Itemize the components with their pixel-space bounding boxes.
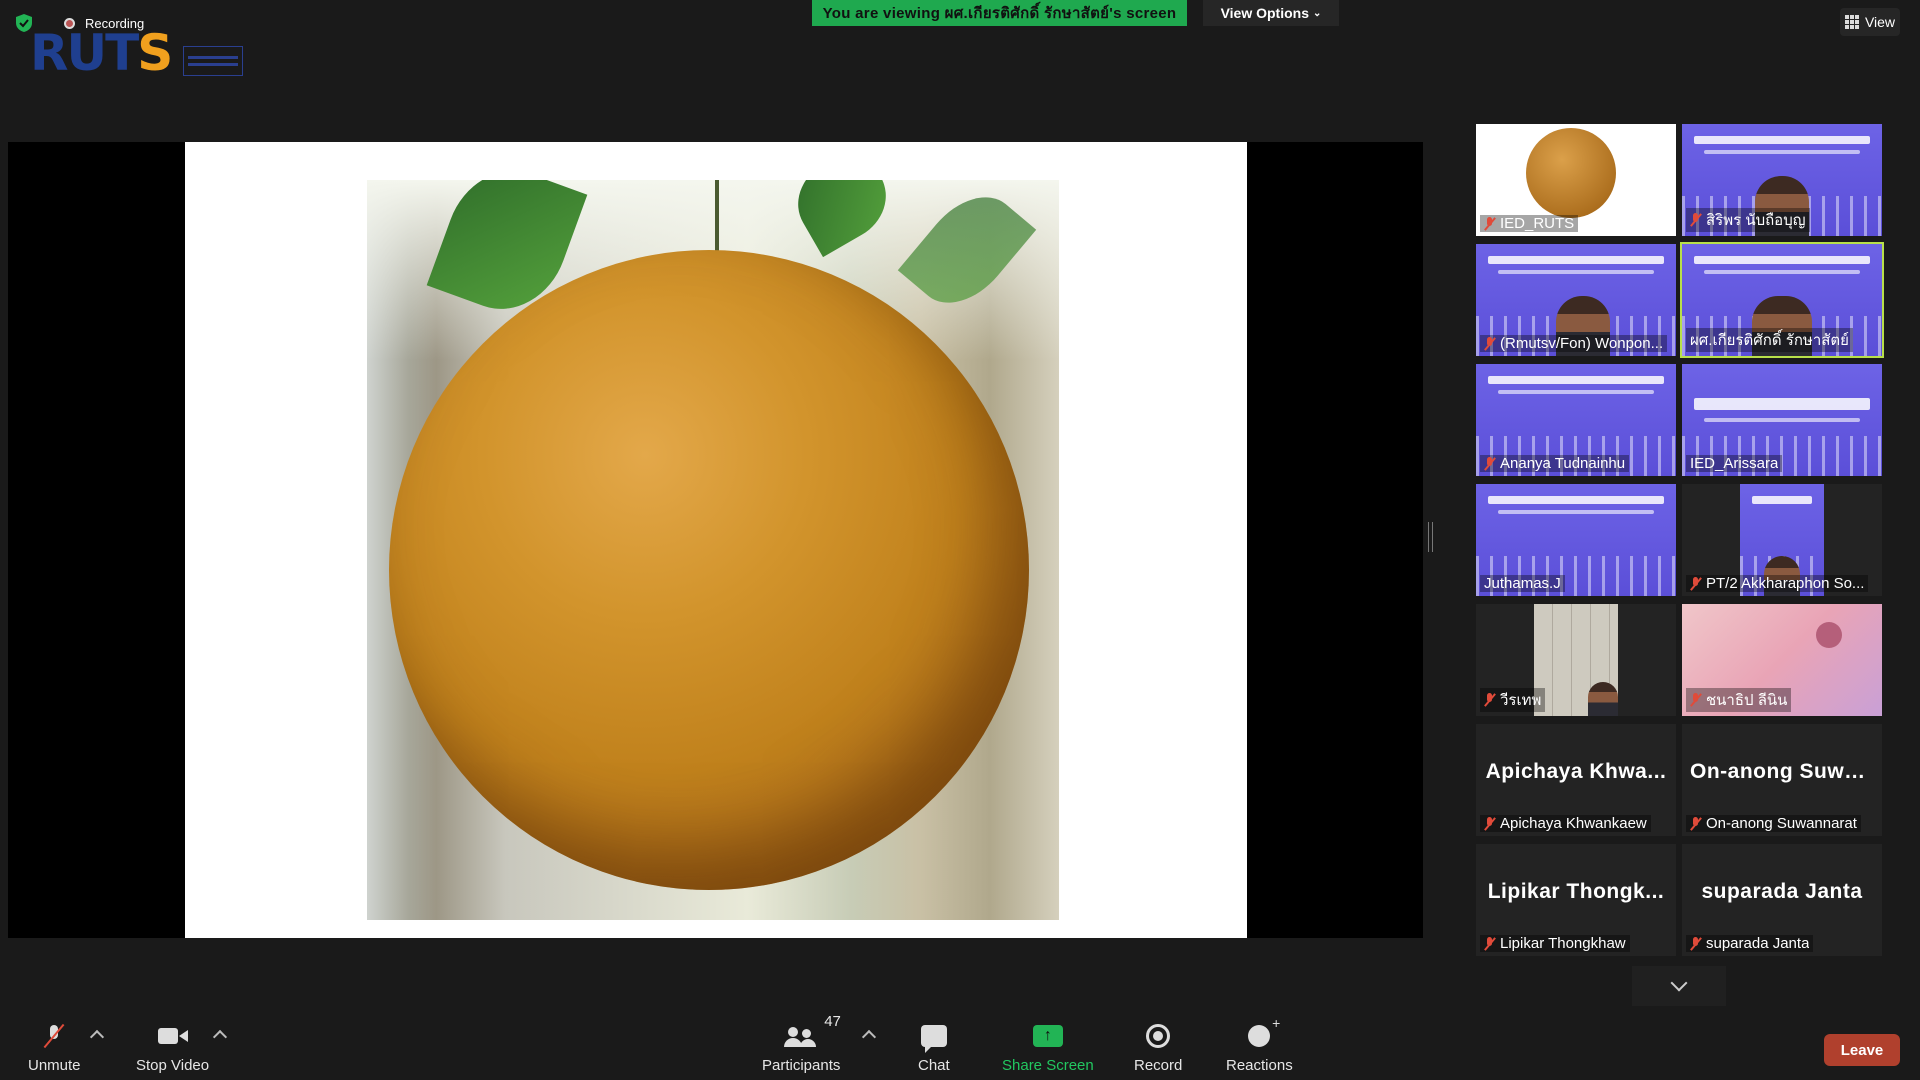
participant-name: ผศ.เกียรติศักดิ์ รักษาสัตย์ bbox=[1690, 332, 1849, 349]
mic-muted-icon bbox=[1690, 693, 1702, 707]
chevron-down-icon: ⌄ bbox=[1313, 7, 1322, 19]
mic-muted-icon bbox=[1484, 693, 1496, 707]
microphone-muted-icon bbox=[47, 1025, 61, 1047]
audio-options-caret[interactable] bbox=[89, 1029, 105, 1045]
chat-bubble-icon bbox=[920, 1025, 947, 1053]
participants-label: Participants bbox=[762, 1057, 841, 1074]
video-camera-icon bbox=[157, 1026, 188, 1046]
recording-dot-icon bbox=[64, 17, 75, 29]
presentation-slide bbox=[185, 142, 1247, 938]
participant-name: IED_RUTS bbox=[1500, 215, 1575, 232]
participant-tile[interactable]: Apichaya Khwa... Apichaya Khwankaew bbox=[1476, 724, 1676, 836]
record-button[interactable]: Record bbox=[1134, 1019, 1182, 1074]
recording-label: Recording bbox=[85, 15, 145, 31]
participant-display-name: suparada Janta bbox=[1701, 880, 1863, 903]
meeting-toolbar: Unmute Stop Video 47 Participants Chat ↑… bbox=[0, 1000, 1920, 1080]
participants-count: 47 bbox=[824, 1013, 841, 1030]
participant-name: Juthamas.J bbox=[1484, 575, 1561, 592]
record-label: Record bbox=[1134, 1057, 1183, 1074]
security-shield-icon bbox=[16, 14, 32, 32]
participant-name: สิริพร นับถือบุญ bbox=[1706, 212, 1806, 229]
mic-muted-icon bbox=[1690, 213, 1702, 227]
participant-name: Ananya Tudnainhu bbox=[1500, 455, 1626, 472]
participant-tile[interactable]: (Rmutsv/Fon) Wonpon... bbox=[1476, 244, 1676, 356]
view-label: View bbox=[1864, 14, 1896, 30]
panel-resize-handle[interactable] bbox=[1428, 522, 1433, 552]
participant-tile[interactable]: Lipikar Thongk... Lipikar Thongkhaw bbox=[1476, 844, 1676, 956]
view-button[interactable]: View bbox=[1840, 8, 1900, 36]
view-options-button[interactable]: View Options ⌄ bbox=[1203, 0, 1339, 26]
reactions-button[interactable]: Reactions bbox=[1226, 1015, 1293, 1074]
mic-muted-icon bbox=[1690, 576, 1702, 591]
participant-name: IED_Arissara bbox=[1690, 455, 1779, 472]
participant-display-name: Lipikar Thongk... bbox=[1487, 880, 1665, 903]
mic-muted-icon bbox=[1484, 456, 1496, 471]
participant-display-name: On-anong Suwa... bbox=[1690, 760, 1876, 783]
reactions-label: Reactions bbox=[1226, 1057, 1293, 1074]
participants-button[interactable]: 47 Participants bbox=[762, 1013, 841, 1074]
leave-button[interactable]: Leave bbox=[1824, 1034, 1900, 1066]
participant-name: วีรเทพ bbox=[1500, 692, 1542, 709]
share-screen-icon: ↑ bbox=[1032, 1025, 1063, 1047]
participant-tile[interactable]: PT/2 Akkharaphon So... bbox=[1682, 484, 1882, 596]
participant-tile[interactable]: วีรเทพ bbox=[1476, 604, 1676, 716]
participants-icon bbox=[784, 1025, 818, 1047]
zoom-meeting-window: Recording RUTS You are viewing ผศ.เกียรต… bbox=[0, 0, 1920, 1080]
viewing-screen-banner: You are viewing ผศ.เกียรติศักดิ์ รักษาสั… bbox=[812, 0, 1187, 26]
participant-name: Apichaya Khwankaew bbox=[1500, 815, 1647, 832]
view-options-label: View Options bbox=[1220, 5, 1310, 21]
grid-view-icon bbox=[1844, 15, 1859, 29]
participant-tile[interactable]: IED_Arissara bbox=[1682, 364, 1882, 476]
participant-name: (Rmutsv/Fon) Wonpon... bbox=[1500, 335, 1664, 352]
participant-tile[interactable]: suparada Janta suparada Janta bbox=[1682, 844, 1882, 956]
stop-video-label: Stop Video bbox=[136, 1057, 210, 1074]
participant-tile-active-speaker[interactable]: ผศ.เกียรติศักดิ์ รักษาสัตย์ bbox=[1680, 242, 1884, 358]
record-icon bbox=[1146, 1024, 1171, 1048]
unmute-button[interactable]: Unmute bbox=[28, 1019, 81, 1074]
mic-muted-icon bbox=[1484, 336, 1496, 351]
participant-tile[interactable]: IED_RUTS bbox=[1476, 124, 1676, 236]
share-screen-button[interactable]: ↑ Share Screen bbox=[1002, 1019, 1094, 1074]
participant-name: On-anong Suwannarat bbox=[1706, 815, 1857, 832]
recording-indicator[interactable]: Recording bbox=[16, 14, 144, 32]
mic-muted-icon bbox=[1484, 936, 1496, 951]
chat-button[interactable]: Chat bbox=[918, 1019, 950, 1074]
participant-tile[interactable]: On-anong Suwa... On-anong Suwannarat bbox=[1682, 724, 1882, 836]
shared-screen[interactable] bbox=[8, 142, 1423, 938]
participant-name: PT/2 Akkharaphon So... bbox=[1706, 575, 1865, 592]
reaction-smiley-icon bbox=[1248, 1015, 1280, 1047]
video-options-caret[interactable] bbox=[212, 1029, 228, 1045]
participant-name: Lipikar Thongkhaw bbox=[1500, 935, 1626, 952]
participant-tile[interactable]: Juthamas.J bbox=[1476, 484, 1676, 596]
orange-fruit-photo bbox=[367, 180, 1059, 920]
ruts-logo: RUTS bbox=[30, 28, 244, 78]
share-screen-label: Share Screen bbox=[1002, 1057, 1094, 1074]
participant-name: suparada Janta bbox=[1706, 935, 1810, 952]
participant-tile[interactable]: ชนาธิป ลีนิน bbox=[1682, 604, 1882, 716]
mic-muted-icon bbox=[1484, 816, 1496, 831]
mic-muted-icon bbox=[1690, 936, 1702, 951]
mic-muted-icon bbox=[1484, 216, 1496, 231]
participant-display-name: Apichaya Khwa... bbox=[1485, 760, 1667, 783]
stop-video-button[interactable]: Stop Video bbox=[136, 1019, 209, 1074]
mic-muted-icon bbox=[1690, 816, 1702, 831]
participant-name: ชนาธิป ลีนิน bbox=[1706, 692, 1788, 709]
participant-tile[interactable]: Ananya Tudnainhu bbox=[1476, 364, 1676, 476]
chat-label: Chat bbox=[918, 1057, 950, 1074]
chevron-down-icon bbox=[1670, 974, 1688, 992]
unmute-label: Unmute bbox=[28, 1057, 81, 1074]
participant-tile[interactable]: สิริพร นับถือบุญ bbox=[1682, 124, 1882, 236]
participants-options-caret[interactable] bbox=[861, 1029, 877, 1045]
